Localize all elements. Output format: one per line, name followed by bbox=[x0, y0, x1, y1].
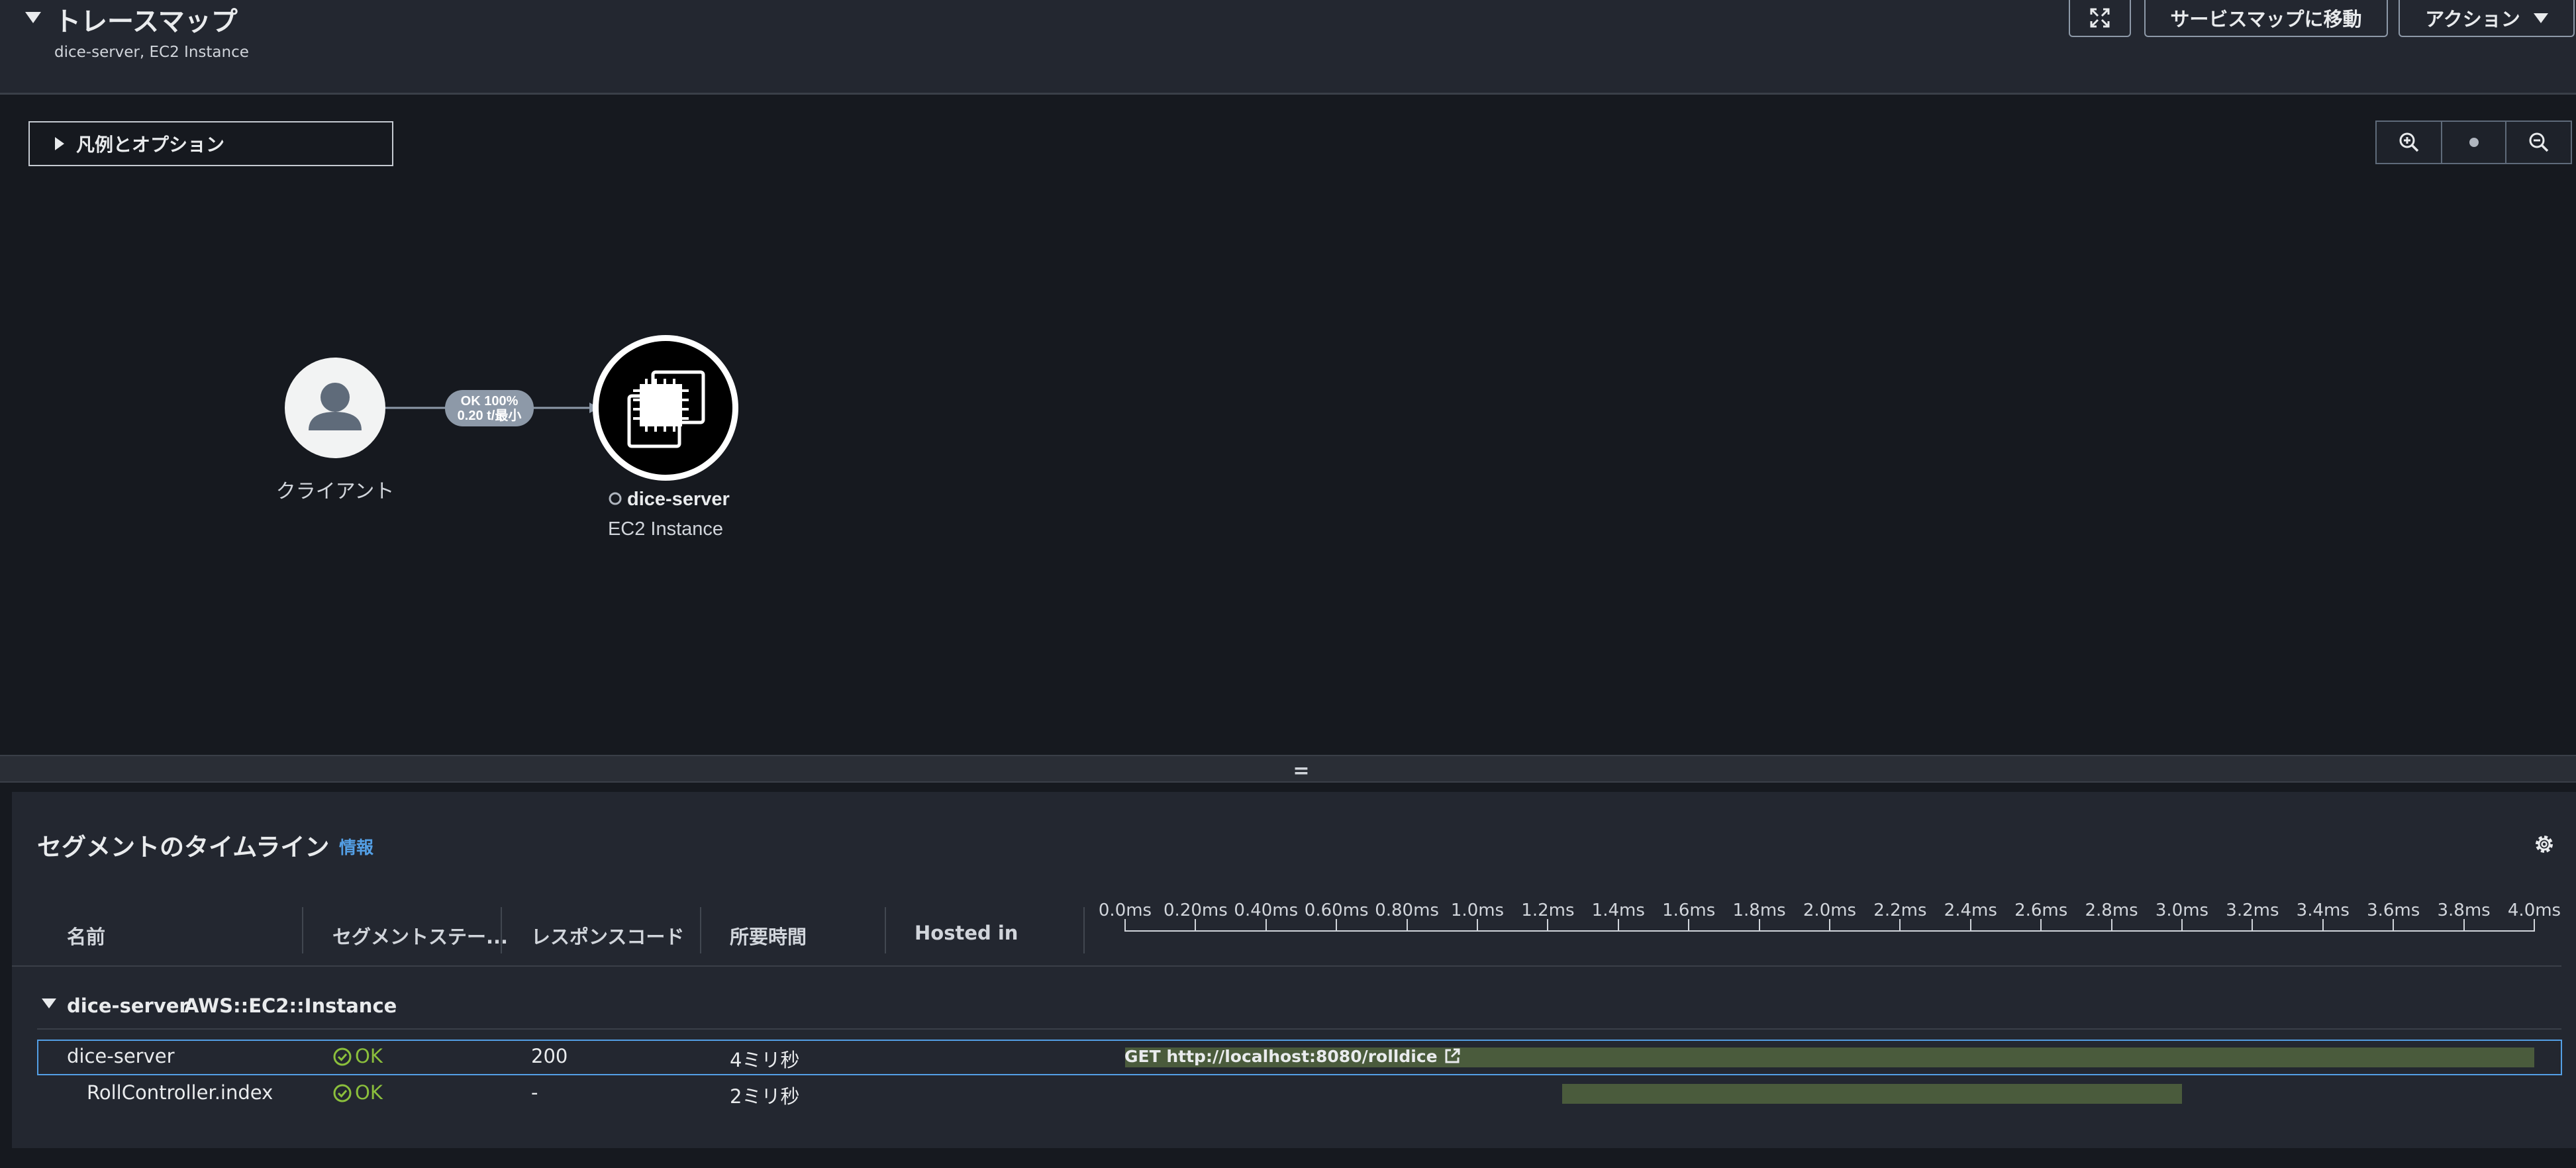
tick-label: 2.8ms bbox=[2085, 900, 2138, 920]
tick-mark bbox=[1969, 919, 1971, 931]
row-status-text: OK bbox=[355, 1045, 383, 1067]
col-header-response-code[interactable]: レスポンスコード bbox=[531, 922, 684, 949]
row-response-code: - bbox=[531, 1081, 538, 1104]
tick-mark bbox=[1195, 919, 1197, 931]
tick-mark bbox=[1336, 919, 1338, 931]
tick-mark bbox=[1758, 919, 1760, 931]
tick-mark bbox=[2322, 919, 2324, 931]
tick-mark bbox=[2534, 919, 2535, 931]
tick-mark bbox=[2463, 919, 2465, 931]
col-header-status[interactable]: セグメントステー... bbox=[332, 922, 508, 949]
external-link-icon bbox=[1445, 1048, 1460, 1063]
tick-label: 0.80ms bbox=[1375, 900, 1439, 920]
tick-label: 4.0ms bbox=[2507, 900, 2561, 920]
service-graph: OK 100% 0.20 t/最小 クライアント dice-server EC2… bbox=[276, 335, 738, 540]
row-status: OK bbox=[332, 1081, 383, 1104]
col-divider[interactable] bbox=[700, 907, 701, 953]
tick-label: 0.40ms bbox=[1234, 900, 1299, 920]
row-name: dice-server bbox=[67, 1045, 175, 1067]
service-node-name: dice-server bbox=[627, 489, 730, 510]
col-divider[interactable] bbox=[302, 907, 303, 953]
col-header-duration[interactable]: 所要時間 bbox=[730, 922, 807, 949]
tick-mark bbox=[1899, 919, 1901, 931]
tick-label: 3.6ms bbox=[2367, 900, 2420, 920]
user-icon bbox=[321, 383, 350, 412]
tick-mark bbox=[1406, 919, 1408, 931]
drag-handle-icon[interactable]: = bbox=[1293, 759, 1310, 783]
tick-label: 0.20ms bbox=[1164, 900, 1228, 920]
check-circle-icon bbox=[333, 1084, 352, 1102]
tick-label: 1.8ms bbox=[1732, 900, 1786, 920]
tick-mark bbox=[1688, 919, 1690, 931]
row-name: RollController.index bbox=[87, 1081, 273, 1104]
tick-label: 2.2ms bbox=[1873, 900, 1927, 920]
tick-label: 0.0ms bbox=[1098, 900, 1152, 920]
tick-label: 0.60ms bbox=[1304, 900, 1369, 920]
col-divider[interactable] bbox=[885, 907, 886, 953]
tick-label: 2.4ms bbox=[1944, 900, 1997, 920]
row-response-code: 200 bbox=[531, 1045, 568, 1067]
row-duration: 2ミリ秒 bbox=[730, 1085, 800, 1108]
row-duration: 4ミリ秒 bbox=[730, 1049, 800, 1071]
group-name: dice-server bbox=[67, 995, 189, 1017]
tick-label: 3.4ms bbox=[2296, 900, 2350, 920]
row-status: OK bbox=[332, 1045, 383, 1067]
tick-label: 1.6ms bbox=[1662, 900, 1716, 920]
client-node[interactable] bbox=[285, 358, 385, 458]
tick-label: 3.2ms bbox=[2226, 900, 2279, 920]
edge-badge-line2: 0.20 t/最小 bbox=[458, 408, 522, 423]
resize-divider[interactable] bbox=[0, 755, 2576, 783]
tick-mark bbox=[1547, 919, 1549, 931]
group-type: AWS::EC2::Instance bbox=[184, 995, 397, 1017]
tick-mark bbox=[1477, 919, 1478, 931]
group-collapse-caret-icon[interactable] bbox=[42, 998, 56, 1008]
group-underline bbox=[37, 1028, 2561, 1030]
col-divider[interactable] bbox=[501, 907, 502, 953]
col-divider[interactable] bbox=[1083, 907, 1085, 953]
tick-label: 2.0ms bbox=[1803, 900, 1857, 920]
health-status-icon bbox=[609, 492, 622, 505]
tick-label: 3.8ms bbox=[2437, 900, 2491, 920]
info-link[interactable]: 情報 bbox=[339, 834, 373, 859]
col-header-name[interactable]: 名前 bbox=[67, 922, 105, 949]
tick-mark bbox=[2040, 919, 2042, 931]
edge-badge-line1: OK 100% bbox=[461, 394, 519, 409]
tick-mark bbox=[1124, 919, 1126, 931]
tick-mark bbox=[2110, 919, 2112, 931]
group-separator bbox=[12, 965, 2561, 967]
tick-mark bbox=[1829, 919, 1830, 931]
tick-mark bbox=[2252, 919, 2254, 931]
segment-timeline-panel bbox=[12, 792, 2576, 1148]
tick-mark bbox=[2181, 919, 2183, 931]
tick-label: 1.2ms bbox=[1521, 900, 1575, 920]
bar-url-link[interactable]: GET http://localhost:8080/rolldice bbox=[1124, 1047, 1461, 1066]
timeline-title: セグメントのタイムライン bbox=[37, 833, 330, 861]
client-label: クライアント bbox=[276, 480, 395, 503]
settings-gear-icon[interactable] bbox=[2532, 832, 2556, 856]
tick-label: 1.0ms bbox=[1450, 900, 1505, 920]
service-node-type: EC2 Instance bbox=[608, 518, 723, 540]
tick-label: 3.0ms bbox=[2155, 900, 2209, 920]
tick-mark bbox=[1617, 919, 1619, 931]
bar-url-label: GET http://localhost:8080/rolldice bbox=[1124, 1047, 1438, 1066]
tick-mark bbox=[1265, 919, 1267, 931]
service-node[interactable] bbox=[593, 335, 738, 481]
tick-mark bbox=[2393, 919, 2395, 931]
tick-label: 2.6ms bbox=[2014, 900, 2068, 920]
col-header-hosted-in[interactable]: Hosted in bbox=[915, 922, 1018, 944]
tick-label: 1.4ms bbox=[1591, 900, 1645, 920]
footer-strip bbox=[0, 1148, 2576, 1168]
row-status-text: OK bbox=[355, 1081, 383, 1104]
check-circle-icon bbox=[333, 1047, 352, 1066]
timeline-bar[interactable] bbox=[1561, 1084, 2182, 1104]
